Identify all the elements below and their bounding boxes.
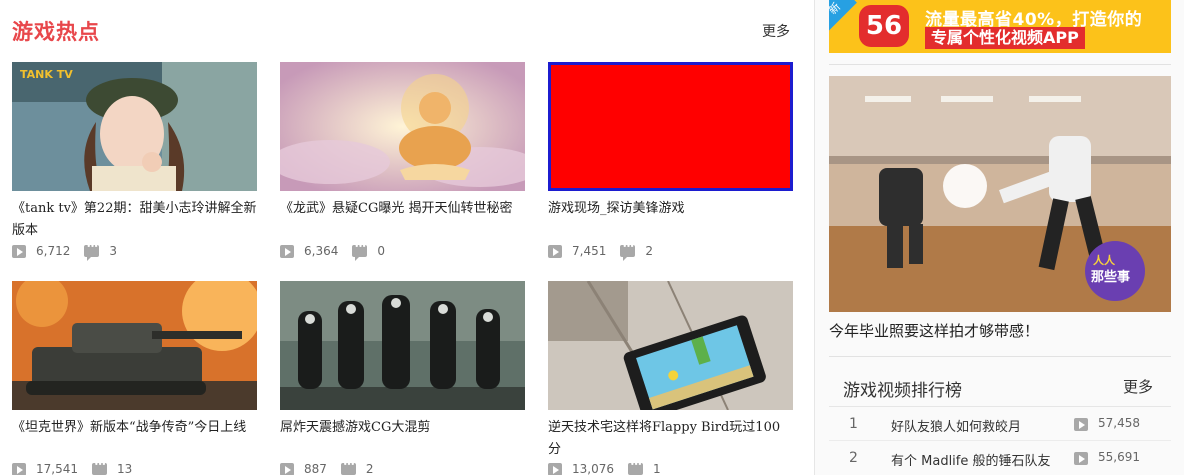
comment-icon (620, 242, 636, 261)
video-meta: 7,451 2 (548, 242, 653, 261)
comment-icon (340, 460, 356, 475)
video-title[interactable]: 逆天技术宅这样将Flappy Bird玩过100分 (548, 417, 793, 461)
play-count-icon (548, 462, 562, 475)
video-meta: 13,076 1 (548, 460, 661, 475)
play-count-icon (1074, 452, 1088, 465)
section-title: 游戏热点 (12, 20, 100, 44)
comment-count: 0 (377, 244, 385, 258)
more-link[interactable]: 更多 (762, 21, 790, 41)
rank-video-title[interactable]: 好队友狼人如何救皎月 (891, 416, 1075, 435)
rank-number: 2 (849, 450, 858, 466)
video-card[interactable]: 屌炸天震撼游戏CG大混剪 887 2 (280, 281, 525, 475)
video-title[interactable]: 《龙武》悬疑CG曝光 揭开天仙转世秘密 (280, 198, 525, 242)
sidebar: 新 56 流量最高省40%，打造你的 专属个性化视频APP 人人 那些事 今年毕… (815, 0, 1184, 475)
divider (829, 64, 1171, 65)
video-thumbnail[interactable] (548, 281, 793, 410)
play-count-icon (280, 462, 294, 475)
feature-image: 人人 那些事 (829, 76, 1171, 312)
thumbnail-image (12, 281, 257, 410)
divider (829, 406, 1171, 407)
play-count-icon (280, 244, 294, 258)
play-count-icon (12, 244, 26, 258)
video-meta: 6,364 0 (280, 242, 385, 261)
feature-video-title[interactable]: 今年毕业照要这样拍才够带感！ (829, 320, 1039, 341)
video-thumbnail[interactable] (12, 281, 257, 410)
comment-icon (628, 460, 643, 475)
video-card[interactable]: TANK TV 《tank tv》第22期：甜美小志玲讲解全新版本 6,712 … (12, 62, 257, 261)
video-title[interactable]: 《tank tv》第22期：甜美小志玲讲解全新版本 (12, 198, 257, 242)
video-meta: 887 2 (280, 460, 374, 475)
divider (829, 356, 1171, 357)
svg-text:那些事: 那些事 (1091, 269, 1130, 285)
play-count-icon (12, 462, 26, 475)
rank-number: 1 (849, 416, 858, 432)
view-count: 17,541 (36, 462, 78, 475)
new-tag: 新 (829, 0, 857, 31)
video-card[interactable]: 逆天技术宅这样将Flappy Bird玩过100分 13,076 1 (548, 281, 793, 475)
play-count-icon (1074, 418, 1088, 431)
comment-count: 2 (645, 244, 653, 258)
video-thumbnail[interactable] (548, 62, 793, 191)
svg-text:TANK TV: TANK TV (20, 68, 73, 81)
thumbnail-image: TANK TV (12, 62, 257, 191)
brand-logo: 56 (859, 5, 909, 47)
video-meta: 17,541 13 (12, 460, 133, 475)
video-title[interactable]: 游戏现场_探访美锋游戏 (548, 198, 793, 242)
comment-count: 1 (653, 462, 661, 475)
comment-icon (92, 460, 107, 475)
video-thumbnail[interactable] (280, 62, 525, 191)
video-title[interactable]: 《坦克世界》新版本“战争传奇”今日上线 (12, 417, 257, 461)
ranking-item[interactable]: 1 好队友狼人如何救皎月 57,458 (829, 410, 1171, 438)
view-count: 7,451 (572, 244, 607, 258)
comment-count: 2 (365, 462, 374, 475)
video-thumbnail[interactable] (280, 281, 525, 410)
rank-video-title[interactable]: 有个 Madlife 般的锤石队友 (891, 450, 1075, 469)
main-content: 游戏热点 更多 TANK TV 《tank tv》第22期：甜美小志玲讲解全新版… (0, 0, 805, 475)
thumbnail-image (280, 62, 525, 191)
view-count: 887 (304, 462, 327, 475)
video-title[interactable]: 屌炸天震撼游戏CG大混剪 (280, 417, 525, 461)
thumbnail-image (548, 281, 793, 410)
video-card[interactable]: 《龙武》悬疑CG曝光 揭开天仙转世秘密 6,364 0 (280, 62, 525, 261)
view-count: 6,712 (36, 244, 71, 258)
video-thumbnail[interactable]: TANK TV (12, 62, 257, 191)
view-count: 6,364 (304, 244, 339, 258)
video-card[interactable]: 《坦克世界》新版本“战争传奇”今日上线 17,541 13 (12, 281, 257, 475)
divider (829, 440, 1171, 441)
comment-count: 13 (117, 462, 133, 475)
comment-icon (352, 242, 368, 261)
ranking-item[interactable]: 2 有个 Madlife 般的锤石队友 55,691 (829, 444, 1171, 472)
video-card[interactable]: 游戏现场_探访美锋游戏 7,451 2 (548, 62, 793, 261)
banner-subline: 专属个性化视频APP (925, 27, 1085, 49)
video-meta: 6,712 3 (12, 242, 117, 261)
play-count-icon (548, 244, 562, 258)
rank-view-count: 55,691 (1098, 450, 1140, 464)
comment-count: 3 (109, 244, 117, 258)
ranking-more-link[interactable]: 更多 (1123, 376, 1153, 397)
svg-text:人人: 人人 (1093, 253, 1116, 267)
comment-icon (84, 242, 100, 261)
rank-view-count: 57,458 (1098, 416, 1140, 430)
feature-video-thumbnail[interactable]: 人人 那些事 (829, 76, 1171, 312)
thumbnail-image (280, 281, 525, 410)
app-ad-banner[interactable]: 新 56 流量最高省40%，打造你的 专属个性化视频APP (829, 0, 1171, 53)
ranking-title: 游戏视频排行榜 (843, 381, 962, 401)
view-count: 13,076 (572, 462, 614, 475)
